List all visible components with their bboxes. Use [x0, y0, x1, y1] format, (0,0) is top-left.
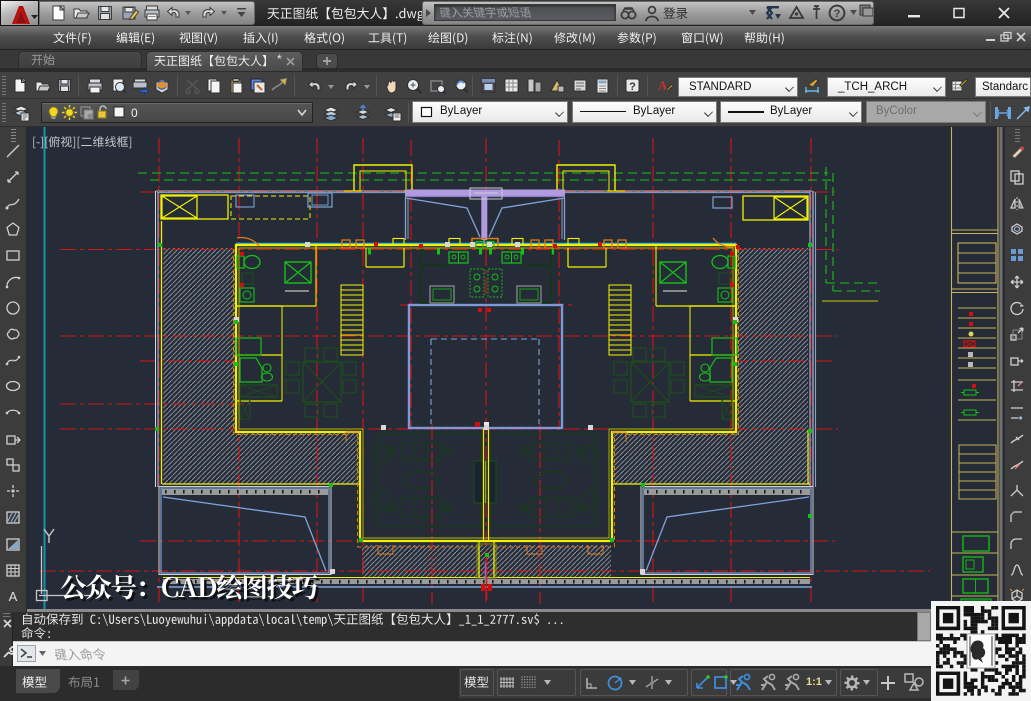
- svg-text:?: ?: [834, 8, 841, 20]
- svg-text:?: ?: [629, 81, 636, 93]
- svg-text:A: A: [9, 589, 18, 604]
